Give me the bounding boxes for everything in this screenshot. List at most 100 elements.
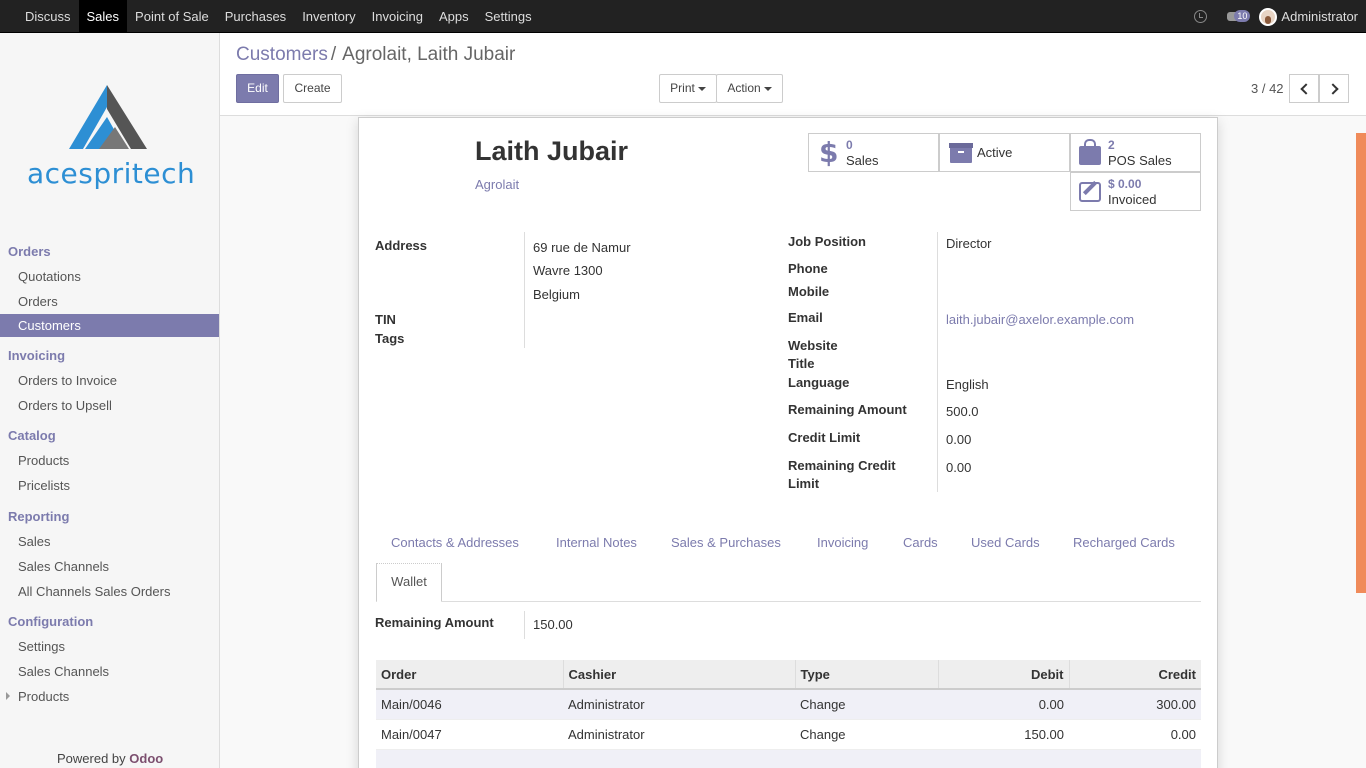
col-debit[interactable]: Debit <box>938 660 1070 690</box>
menu-inventory[interactable]: Inventory <box>294 0 363 33</box>
pager-next-button[interactable] <box>1319 74 1349 103</box>
wallet-table: Order Cashier Type Debit Credit Main/004… <box>376 660 1201 768</box>
cell-credit: 300.00 <box>1069 689 1201 720</box>
sales-label: Sales <box>846 153 879 168</box>
message-count-badge: 10 <box>1234 9 1251 22</box>
user-menu[interactable]: Administrator <box>1281 9 1358 24</box>
sidebar-item-orders[interactable]: Orders <box>0 289 219 314</box>
phone-label: Phone <box>788 261 828 276</box>
powered-by-text: Powered by <box>57 751 126 766</box>
menu-purchases[interactable]: Purchases <box>217 0 294 33</box>
mobile-label: Mobile <box>788 284 830 299</box>
pager-previous-button[interactable] <box>1289 74 1319 103</box>
sidebar-section-reporting: Reporting <box>8 509 70 524</box>
sidebar-item-products[interactable]: Products <box>0 448 219 473</box>
cell-order: Main/0047 <box>376 719 563 750</box>
pos-sales-count: 2 <box>1108 138 1115 152</box>
sidebar-item-pricelists[interactable]: Pricelists <box>0 473 219 498</box>
address-street: 69 rue de Namur <box>533 240 631 255</box>
sidebar-item-sales[interactable]: Sales <box>0 529 219 554</box>
table-row[interactable]: Main/0047 Administrator Change 150.00 0.… <box>376 719 1201 750</box>
odoo-link[interactable]: Odoo <box>129 751 163 766</box>
partner-company-link[interactable]: Agrolait <box>475 177 519 192</box>
tin-label: TIN <box>375 312 396 327</box>
credit-limit-value: 0.00 <box>946 432 972 447</box>
print-label: Print <box>670 81 695 95</box>
remaining-credit-value: 0.00 <box>946 460 972 475</box>
messaging-icon[interactable]: 10 <box>1227 9 1251 24</box>
wallet-remaining-label: Remaining Amount <box>375 615 494 630</box>
sales-smart-button[interactable]: $ 0 Sales <box>808 133 939 172</box>
invoiced-smart-button[interactable]: $ 0.00 Invoiced <box>1070 172 1201 211</box>
company-logo: acespritech <box>25 83 195 193</box>
breadcrumb-customers[interactable]: Customers <box>236 44 328 65</box>
table-row[interactable]: Main/0046 Administrator Change 0.00 300.… <box>376 689 1201 720</box>
tab-recharged-cards[interactable]: Recharged Cards <box>1073 535 1175 550</box>
cell-order: Main/0046 <box>376 689 563 720</box>
menu-apps[interactable]: Apps <box>431 0 477 33</box>
col-type[interactable]: Type <box>795 660 939 690</box>
remaining-amount-label: Remaining Amount <box>788 402 907 417</box>
cell-cashier: Administrator <box>563 689 795 720</box>
cell-credit: 0.00 <box>1069 719 1201 750</box>
col-credit[interactable]: Credit <box>1069 660 1201 690</box>
address-city: Wavre 1300 <box>533 263 603 278</box>
sidebar: acespritech Orders Quotations Orders Cus… <box>0 33 220 768</box>
create-button[interactable]: Create <box>283 74 342 103</box>
action-dropdown[interactable]: Action <box>716 74 783 103</box>
table-header-row: Order Cashier Type Debit Credit <box>376 660 1201 690</box>
address-label: Address <box>375 238 428 253</box>
active-label: Active <box>977 145 1013 160</box>
edit-button[interactable]: Edit <box>236 74 279 103</box>
sidebar-item-orders-to-invoice[interactable]: Orders to Invoice <box>0 368 219 393</box>
title-label: Title <box>788 356 815 371</box>
job-position-value: Director <box>946 236 992 251</box>
print-dropdown[interactable]: Print <box>659 74 717 103</box>
menu-invoicing[interactable]: Invoicing <box>364 0 431 33</box>
sidebar-item-config-sales-channels[interactable]: Sales Channels <box>0 659 219 684</box>
sidebar-item-all-channels-sales-orders[interactable]: All Channels Sales Orders <box>0 579 219 604</box>
email-link[interactable]: laith.jubair@axelor.example.com <box>946 312 1134 327</box>
sidebar-item-config-products[interactable]: Products <box>0 684 219 709</box>
tab-internal-notes[interactable]: Internal Notes <box>556 535 637 550</box>
sidebar-section-invoicing: Invoicing <box>8 348 66 363</box>
credit-limit-label: Credit Limit <box>788 430 861 445</box>
tab-sales-purchases[interactable]: Sales & Purchases <box>671 535 781 550</box>
sidebar-item-orders-to-upsell[interactable]: Orders to Upsell <box>0 393 219 418</box>
cell-cashier: Administrator <box>563 719 795 750</box>
action-label: Action <box>727 81 761 95</box>
sidebar-item-settings[interactable]: Settings <box>0 634 219 659</box>
sidebar-item-label: Products <box>18 689 70 704</box>
active-toggle-button[interactable]: Active <box>939 133 1070 172</box>
tab-contacts-addresses[interactable]: Contacts & Addresses <box>391 535 519 550</box>
pos-sales-smart-button[interactable]: 2 POS Sales <box>1070 133 1201 172</box>
tab-cards[interactable]: Cards <box>903 535 938 550</box>
menu-sales[interactable]: Sales <box>78 0 128 33</box>
menu-discuss[interactable]: Discuss <box>17 0 79 33</box>
caret-down-icon <box>697 86 706 91</box>
caret-right-icon <box>6 692 10 700</box>
sidebar-nav: Orders Quotations Orders Customers Invoi… <box>0 239 219 709</box>
scrollbar[interactable] <box>1356 133 1366 593</box>
dollar-icon: $ <box>819 136 839 169</box>
col-order[interactable]: Order <box>376 660 564 690</box>
tab-invoicing[interactable]: Invoicing <box>817 535 868 550</box>
archive-icon <box>949 143 973 163</box>
logo-text: acespritech <box>27 157 196 190</box>
col-cashier[interactable]: Cashier <box>563 660 796 690</box>
website-label: Website <box>788 338 838 353</box>
user-avatar[interactable] <box>1259 7 1278 26</box>
tab-wallet[interactable]: Wallet <box>376 563 442 602</box>
sidebar-item-quotations[interactable]: Quotations <box>0 264 219 289</box>
sidebar-item-customers[interactable]: Customers <box>0 314 219 337</box>
cell-debit: 0.00 <box>938 689 1069 720</box>
menu-settings[interactable]: Settings <box>477 0 540 33</box>
pos-sales-label: POS Sales <box>1108 153 1172 168</box>
sidebar-item-sales-channels[interactable]: Sales Channels <box>0 554 219 579</box>
menu-point-of-sale[interactable]: Point of Sale <box>127 0 217 33</box>
invoiced-amount: $ 0.00 <box>1108 177 1142 191</box>
sidebar-section-catalog: Catalog <box>8 428 56 443</box>
powered-by: Powered by Odoo <box>57 751 163 766</box>
tab-used-cards[interactable]: Used Cards <box>971 535 1040 550</box>
activity-clock-icon[interactable] <box>1194 10 1208 23</box>
